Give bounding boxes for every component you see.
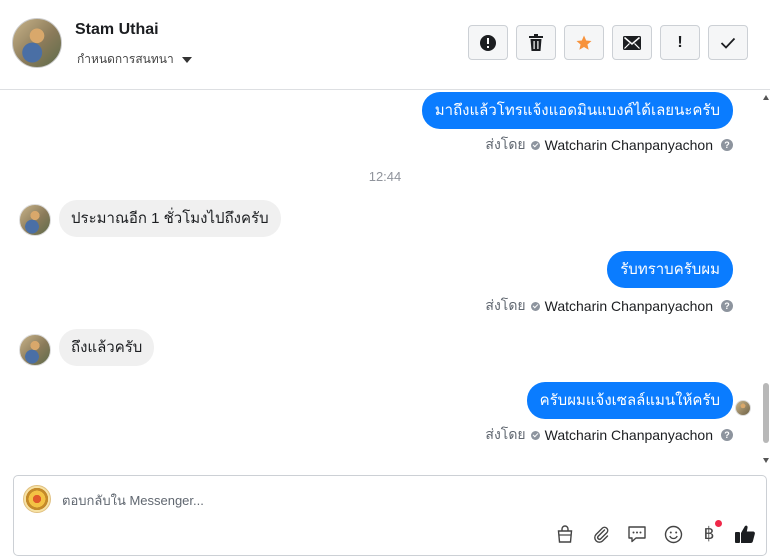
- send-like-button[interactable]: [734, 523, 756, 545]
- paperclip-icon: [594, 526, 609, 543]
- delete-button[interactable]: [516, 25, 556, 60]
- emoji-icon: [664, 525, 682, 543]
- star-icon: [576, 35, 592, 50]
- scroll-up-arrow-icon[interactable]: [763, 95, 769, 100]
- done-button[interactable]: [708, 25, 748, 60]
- exclamation-icon: !: [677, 33, 683, 51]
- sent-by-line: ส่งโดย Watcharin Chanpanyachon ?: [485, 295, 733, 317]
- sender-name: Watcharin Chanpanyachon: [544, 427, 713, 443]
- sent-by-prefix: ส่งโดย: [485, 136, 526, 152]
- outgoing-message-bubble[interactable]: ครับผมแจ้งเซลล์แมนให้ครับ: [526, 382, 733, 419]
- outgoing-message-bubble[interactable]: มาถึงแล้วโทรแจ้งแอดมินแบงค์ได้เลยนะครับ: [421, 92, 733, 129]
- sent-by-prefix: ส่งโดย: [485, 426, 526, 442]
- saved-reply-icon: [628, 526, 646, 543]
- envelope-icon: [623, 35, 641, 50]
- page-avatar: [23, 485, 51, 513]
- follow-up-button[interactable]: !: [660, 25, 700, 60]
- message-timestamp: 12:44: [368, 169, 402, 184]
- incoming-message-bubble[interactable]: ประมาณอีก 1 ชั่วโมงไปถึงครับ: [59, 200, 281, 237]
- check-circle-icon: [530, 140, 540, 150]
- sent-by-prefix: ส่งโดย: [485, 297, 526, 313]
- shopping-bag-button[interactable]: [554, 523, 576, 545]
- message-thread[interactable]: มาถึงแล้วโทรแจ้งแอดมินแบงค์ได้เลยนะครับ …: [0, 91, 770, 467]
- outgoing-message-bubble[interactable]: รับทราบครับผม: [607, 251, 733, 288]
- sender-name: Watcharin Chanpanyachon: [544, 298, 713, 314]
- mark-unread-button[interactable]: [612, 25, 652, 60]
- spam-button[interactable]: [468, 25, 508, 60]
- seen-avatar: [735, 400, 751, 416]
- sender-name: Watcharin Chanpanyachon: [544, 137, 713, 153]
- check-circle-icon: [530, 430, 540, 440]
- conversation-actions: !: [468, 25, 748, 60]
- assign-conversation-label: กำหนดการสนทนา: [77, 52, 174, 66]
- baht-payment-icon: ฿: [703, 524, 715, 544]
- sent-by-line: ส่งโดย Watcharin Chanpanyachon ?: [485, 134, 733, 156]
- attach-file-button[interactable]: [590, 523, 612, 545]
- incoming-message-bubble[interactable]: ถึงแล้วครับ: [59, 329, 155, 366]
- scroll-down-arrow-icon[interactable]: [763, 458, 769, 463]
- contact-avatar-small[interactable]: [19, 334, 51, 366]
- conversation-header: Stam Uthai กำหนดการสนทนา !: [0, 0, 770, 90]
- trash-icon: [529, 33, 543, 51]
- alert-circle-icon: [480, 34, 496, 51]
- help-icon[interactable]: ?: [721, 139, 733, 151]
- shopping-bag-icon: [557, 525, 573, 543]
- caret-down-icon: [181, 56, 192, 63]
- contact-avatar[interactable]: [12, 18, 62, 68]
- help-icon[interactable]: ?: [721, 300, 733, 312]
- saved-reply-button[interactable]: [626, 523, 648, 545]
- notification-dot: [715, 520, 722, 527]
- contact-name[interactable]: Stam Uthai: [75, 21, 159, 39]
- reply-input[interactable]: [62, 490, 662, 510]
- star-button[interactable]: [564, 25, 604, 60]
- payment-button[interactable]: ฿: [698, 520, 722, 545]
- composer-toolbar: ฿: [554, 520, 756, 545]
- checkmark-icon: [720, 37, 736, 49]
- scroll-thumb[interactable]: [763, 383, 769, 443]
- assign-conversation-dropdown[interactable]: กำหนดการสนทนา: [77, 50, 192, 69]
- sent-by-line: ส่งโดย Watcharin Chanpanyachon ?: [485, 424, 733, 446]
- help-icon[interactable]: ?: [721, 429, 733, 441]
- thread-scrollbar[interactable]: [762, 91, 770, 467]
- check-circle-icon: [530, 301, 540, 311]
- reply-composer: ฿: [13, 475, 767, 556]
- thumbs-up-icon: [735, 525, 755, 543]
- contact-avatar-small[interactable]: [19, 204, 51, 236]
- emoji-button[interactable]: [662, 523, 684, 545]
